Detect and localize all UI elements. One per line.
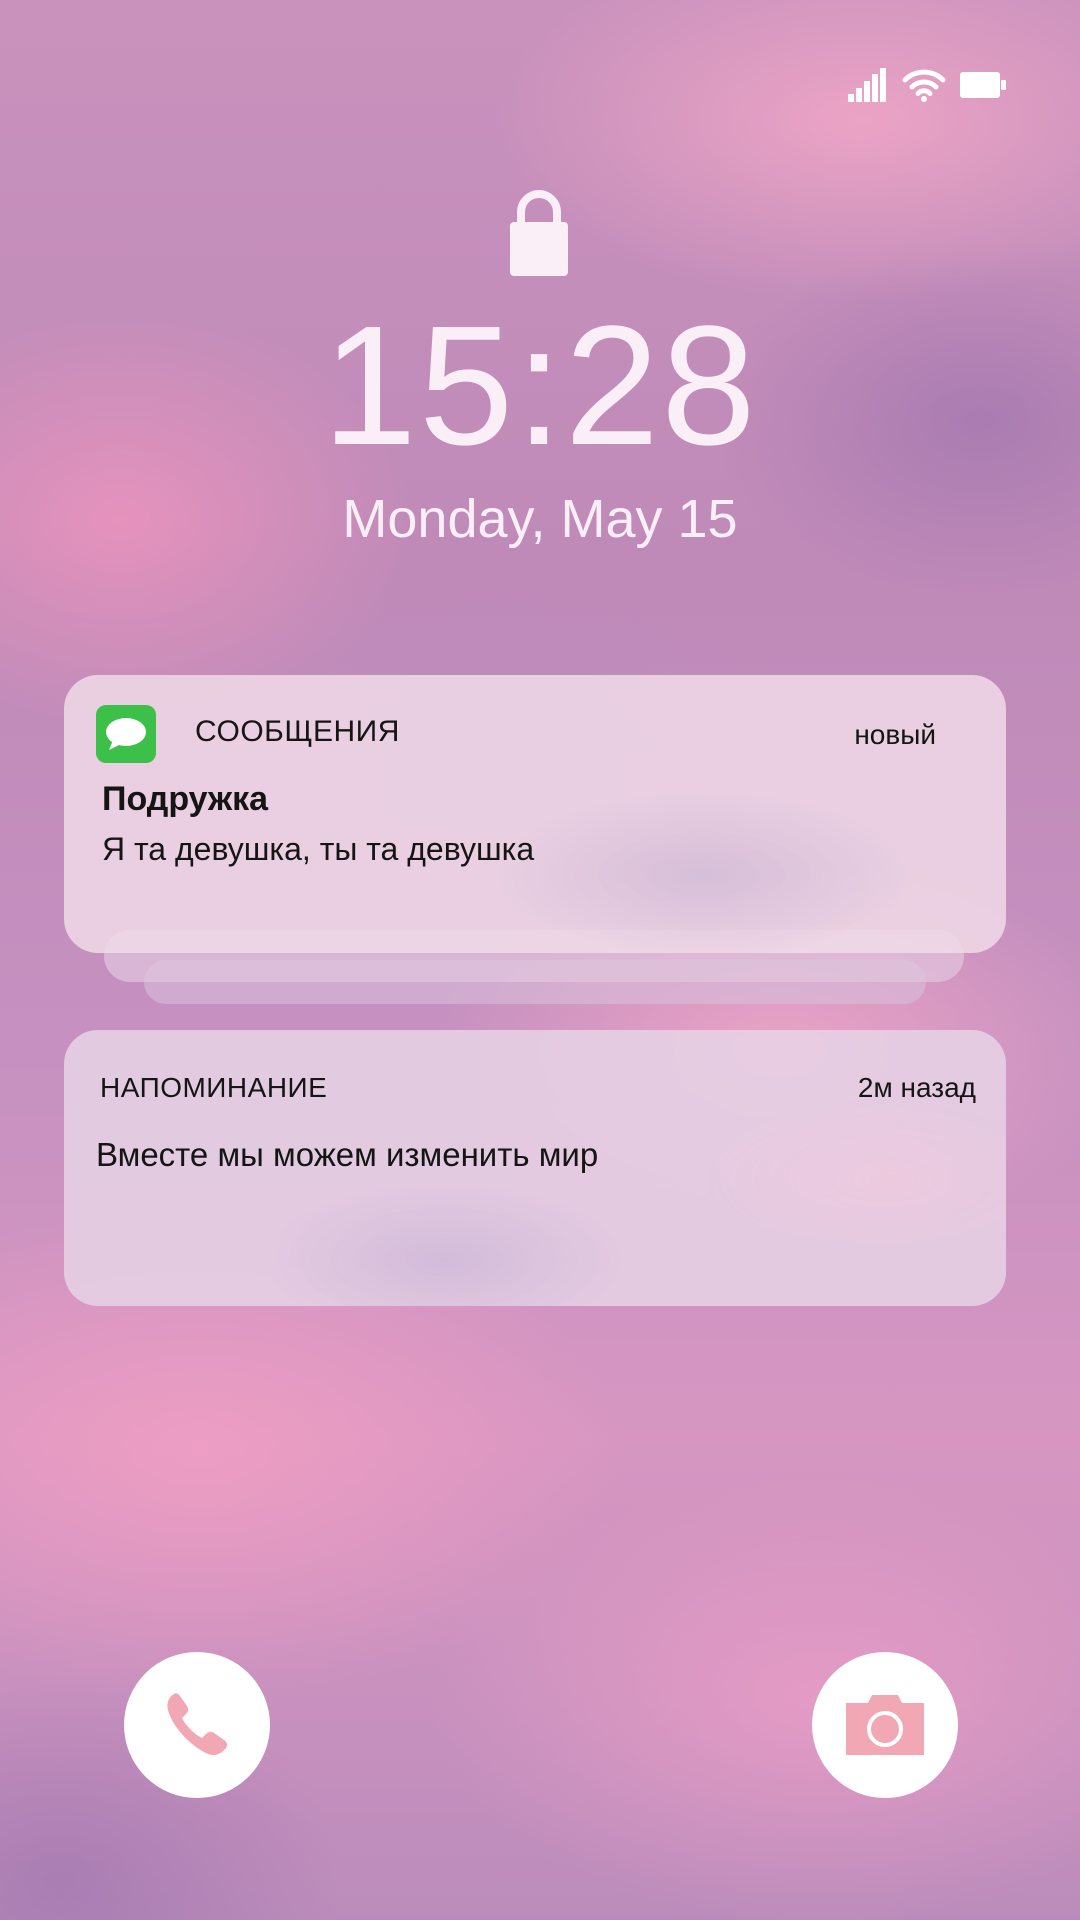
notification-time: 2м назад bbox=[857, 1072, 976, 1103]
reminder-notification[interactable]: НАПОМИНАНИЕ 2м назад Вместе мы можем изм… bbox=[64, 1030, 1006, 1306]
notification-sender: Подружка bbox=[102, 780, 269, 818]
notification-app-name: НАПОМИНАНИЕ bbox=[100, 1072, 328, 1103]
notification-message: Я та девушка, ты та девушка bbox=[102, 831, 535, 867]
battery-icon bbox=[960, 72, 1006, 98]
camera-button[interactable] bbox=[812, 1652, 958, 1798]
lock-screen-date: Monday, May 15 bbox=[342, 489, 738, 549]
lock-screen-time: 15:28 bbox=[322, 291, 758, 481]
lock-icon bbox=[510, 190, 568, 276]
wifi-icon bbox=[902, 69, 946, 102]
messages-notification[interactable]: СООБЩЕНИЯ новый Подружка Я та девушка, т… bbox=[64, 675, 1006, 953]
phone-icon bbox=[167, 1693, 228, 1756]
notification-time: новый bbox=[854, 719, 936, 750]
camera-icon bbox=[846, 1695, 924, 1755]
status-bar bbox=[848, 68, 1006, 102]
phone-button[interactable] bbox=[124, 1652, 270, 1798]
notification-message: Вместе мы можем изменить мир bbox=[96, 1136, 599, 1173]
notification-app-name: СООБЩЕНИЯ bbox=[195, 715, 400, 748]
cellular-signal-icon bbox=[848, 68, 886, 102]
messages-icon bbox=[96, 705, 156, 763]
